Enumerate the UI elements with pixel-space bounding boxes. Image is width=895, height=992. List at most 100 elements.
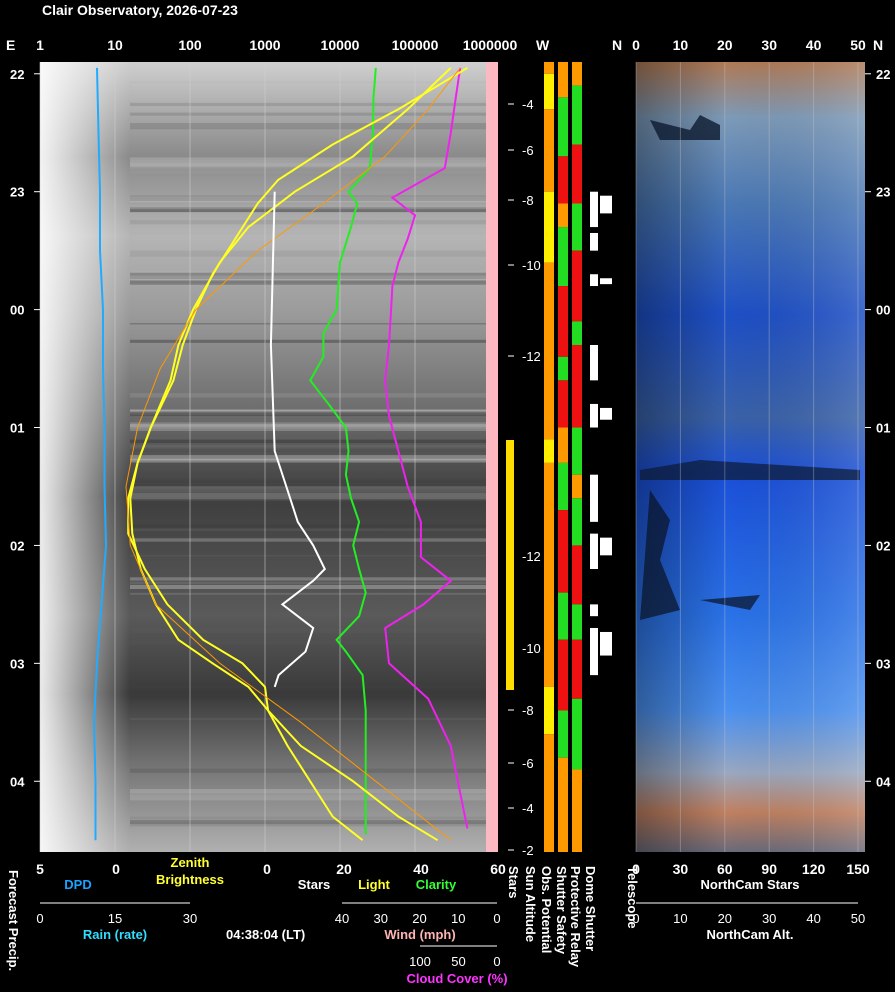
status-segment: [544, 686, 554, 735]
wind-tick-label: 0: [493, 911, 500, 926]
sky-streak: [130, 250, 486, 257]
cloud-tick-label: 50: [451, 954, 465, 969]
cloud-tick-label: 0: [493, 954, 500, 969]
status-segment: [558, 639, 568, 711]
telescope-activity-block: [590, 474, 598, 522]
status-segment: [544, 439, 554, 463]
telescope-activity-block: [590, 403, 598, 428]
time-tick-label-right: 02: [876, 538, 890, 553]
northcam-top-tick-label: 30: [761, 37, 777, 53]
status-segment: [544, 262, 554, 440]
strip-vertical-label: Obs. Potential: [539, 866, 554, 953]
sky-streak: [130, 628, 486, 634]
sky-streak: [130, 232, 486, 236]
status-segment: [572, 545, 582, 605]
sky-streak: [130, 816, 486, 820]
time-tick-label-left: 04: [10, 774, 25, 789]
top-axis-tick-label: 100000: [392, 37, 439, 53]
dome-activity-block: [600, 195, 612, 214]
northcam-stars-tick-label: 0: [632, 861, 640, 877]
sky-streak: [130, 195, 486, 197]
status-segment: [572, 427, 582, 475]
time-tick-label-left: 22: [10, 67, 24, 82]
sky-streak: [130, 280, 486, 285]
wind-tick-label: 10: [451, 911, 465, 926]
northcam-alt-tick-label: 40: [806, 911, 820, 926]
status-segment: [572, 769, 582, 852]
status-segment: [572, 321, 582, 345]
telescope-activity-block: [590, 191, 598, 228]
strip-vertical-label: Sun Altitude: [523, 866, 538, 942]
zenith-tick-label: 20: [336, 861, 352, 877]
northcam-stars-tick-label: 90: [761, 861, 777, 877]
sky-streak: [130, 81, 486, 84]
time-tick-label-right: 23: [876, 185, 890, 200]
zenith-label-line2: Brightness: [156, 872, 224, 887]
sky-streak: [130, 555, 486, 557]
rain-tick-label: 30: [183, 911, 197, 926]
northcam-top-tick-label: 50: [850, 37, 866, 53]
wind-tick-label: 40: [335, 911, 349, 926]
observatory-chart: E 1 10 100 1000 10000 100000 100000022 2223 2300 0…: [6, 37, 891, 986]
sky-streak: [130, 123, 486, 130]
status-segment: [558, 510, 568, 593]
sky-streak: [130, 270, 486, 273]
time-tick-label-left: 23: [10, 185, 24, 200]
sky-streak: [130, 112, 486, 116]
sky-streak: [130, 422, 486, 427]
telescope-activity-strip: [590, 191, 612, 676]
status-segment: [544, 109, 554, 192]
stars-axis-label: Stars: [298, 877, 331, 892]
status-segment: [558, 227, 568, 287]
wind-tick-label: 20: [412, 911, 426, 926]
status-segment: [572, 344, 582, 428]
dome-activity-block: [600, 278, 612, 285]
clarity-axis-label: Clarity: [416, 877, 457, 892]
northcam-alt-tick-label: 0: [632, 911, 639, 926]
sun-altitude-scale-column: [498, 62, 540, 852]
sun-altitude-tick-label: -2: [522, 843, 534, 858]
northcam-stars-tick-label: 120: [802, 861, 826, 877]
status-segment: [572, 62, 582, 86]
status-segment: [544, 734, 554, 852]
status-segment: [558, 380, 568, 428]
sky-streak: [130, 500, 486, 502]
status-segment: [558, 156, 568, 204]
sun-altitude-tick-label: -4: [522, 97, 534, 112]
top-axis-tick-label: 1: [36, 37, 44, 53]
strip-top-label-w: W: [536, 37, 550, 53]
sky-streak: [130, 452, 486, 454]
sky-streak: [130, 409, 486, 412]
status-segment: [544, 462, 554, 687]
telescope-activity-block: [590, 604, 598, 617]
sky-streak: [130, 577, 486, 581]
forecast-precip-strip: [506, 440, 514, 690]
status-segment: [572, 698, 582, 770]
sky-streak: [130, 486, 486, 489]
time-tick-label-right: 04: [876, 774, 891, 789]
time-tick-label-right: 01: [876, 421, 890, 436]
status-segment: [558, 710, 568, 758]
status-segment: [544, 191, 554, 263]
status-segment: [558, 203, 568, 228]
status-segment: [558, 757, 568, 852]
sky-streak: [130, 479, 486, 483]
northcam-alt-tick-label: 10: [673, 911, 687, 926]
status-segment: [572, 604, 582, 640]
top-axis-tick-label: 100: [178, 37, 202, 53]
top-axis-tick-label: 1000: [249, 37, 280, 53]
time-tick-label-left: 00: [10, 303, 24, 318]
status-strips: [544, 62, 582, 852]
telescope-activity-block: [590, 344, 598, 381]
sky-left-glow: [40, 62, 130, 852]
wind-axis-label: Wind (mph): [384, 927, 455, 942]
forecast-precip-label: Forecast Precip.: [6, 870, 21, 971]
wind-strip: [486, 62, 498, 852]
status-segment: [558, 427, 568, 463]
top-axis-tick-label: 10: [107, 37, 123, 53]
sun-altitude-tick-label: -6: [522, 756, 534, 771]
dpd-axis-label: DPD: [64, 877, 91, 892]
northcam-alt-tick-label: 50: [851, 911, 865, 926]
northcam-top-tick-label: 0: [632, 37, 640, 53]
status-segment: [572, 250, 582, 322]
